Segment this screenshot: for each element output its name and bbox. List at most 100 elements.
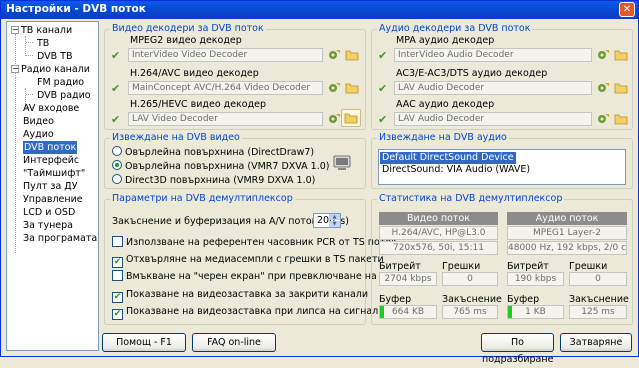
- collapse-icon[interactable]: −: [11, 26, 19, 34]
- tree-item-audio[interactable]: Аудио: [23, 128, 54, 141]
- audio-buffer-meter: [508, 306, 512, 318]
- tree-item-tv[interactable]: ТВ: [37, 37, 49, 50]
- tree-item-interface[interactable]: Интерфейс: [23, 154, 79, 167]
- delay-spinner[interactable]: 200 ▲ ▼: [313, 213, 341, 228]
- tree-item-remote[interactable]: Пулт за ДУ: [23, 180, 78, 193]
- tree-connector: [15, 78, 16, 253]
- check-icon: ✔: [111, 82, 121, 95]
- tree-item-video[interactable]: Видео: [23, 115, 54, 128]
- tree-item-dvb-radio[interactable]: DVB радио: [37, 89, 91, 102]
- defaults-button[interactable]: По подразбиране: [481, 333, 554, 365]
- checkbox[interactable]: ✔: [112, 309, 123, 320]
- mpeg2-video-decoder-field[interactable]: InterVideo Video Decoder: [128, 48, 323, 62]
- tree-connector: [26, 94, 33, 95]
- decoder-label: MPEG2 видео декодер: [130, 35, 242, 46]
- option-splash-no-signal[interactable]: ✔ Показване на видеозаставка при липса на…: [112, 305, 378, 320]
- settings-window: Настройки - DVB поток ✕ − ТВ канали ТВ DV…: [0, 0, 639, 365]
- tree-item-control[interactable]: Управление: [23, 193, 83, 206]
- group-title: Извеждане на DVB аудио: [377, 132, 509, 143]
- radio-button[interactable]: [112, 146, 122, 156]
- tree-item-dvb-tv[interactable]: DVB ТВ: [37, 50, 73, 63]
- checkbox[interactable]: [112, 236, 123, 247]
- tree-item-dvb-stream[interactable]: DVB поток: [23, 141, 78, 154]
- demux-stats-group: Статистика на DVB демултиплексор Видео п…: [371, 193, 633, 325]
- gear-icon[interactable]: [327, 112, 341, 126]
- audio-decoders-group: Аудио декодери за DVB поток MPA аудио де…: [371, 23, 633, 130]
- tree-item-lcd-osd[interactable]: LCD и OSD: [23, 206, 75, 219]
- monitor-icon[interactable]: [333, 154, 351, 172]
- audio-bitrate: 190 kbps: [507, 272, 564, 286]
- audio-delay: 125 ms: [569, 305, 627, 319]
- h265-video-decoder-field[interactable]: LAV Video Decoder: [128, 112, 323, 126]
- audio-device-list[interactable]: Default DirectSound Device DirectSound: …: [378, 149, 626, 185]
- radio-button[interactable]: [112, 160, 122, 170]
- group-title: Видео декодери за DVB поток: [110, 23, 266, 34]
- h264-video-decoder-field[interactable]: MainConcept AVC/H.264 Video Decoder: [128, 81, 323, 95]
- folder-icon[interactable]: [345, 49, 359, 61]
- tree-item-about-program[interactable]: За програмата: [23, 232, 97, 245]
- video-bitrate-label: Битрейт: [379, 261, 421, 272]
- audio-buffer-label: Буфер: [507, 294, 540, 305]
- gear-icon[interactable]: [596, 81, 610, 95]
- video-delay-label: Закъснение: [442, 294, 502, 305]
- gear-icon[interactable]: [327, 81, 341, 95]
- gear-icon[interactable]: [596, 112, 610, 126]
- option-pcr-clock[interactable]: Използване на референтен часовник PCR от…: [112, 236, 397, 249]
- folder-icon[interactable]: [614, 49, 628, 61]
- collapse-icon[interactable]: −: [11, 65, 19, 73]
- check-icon: ✔: [111, 49, 121, 62]
- tree-item-fm-radio[interactable]: FM радио: [37, 76, 84, 89]
- gear-icon[interactable]: [596, 48, 610, 62]
- video-buffer: 664 KB: [379, 305, 437, 319]
- tree-connector: [25, 36, 26, 56]
- spin-down-icon[interactable]: ▼: [329, 221, 340, 227]
- tree-item-av-inputs[interactable]: AV входове: [23, 102, 79, 115]
- video-delay: 765 ms: [442, 305, 498, 319]
- check-icon: ✔: [378, 113, 388, 126]
- spin-up-icon[interactable]: ▲: [329, 214, 340, 220]
- folder-icon: [344, 113, 358, 124]
- tree-connector: [26, 42, 33, 43]
- audio-stream-header: Аудио поток: [507, 212, 627, 225]
- checkbox[interactable]: ✔: [112, 292, 123, 303]
- checkbox[interactable]: [112, 270, 123, 281]
- mpa-audio-decoder-field[interactable]: InterVideo Audio Decoder: [394, 48, 592, 62]
- video-buffer-label: Буфер: [379, 294, 412, 305]
- folder-icon[interactable]: [614, 82, 628, 94]
- checkbox[interactable]: ✔: [112, 257, 123, 268]
- video-render-option-vmr9[interactable]: Direct3D повърхнина (VMR9 DXVA 1.0): [112, 174, 315, 187]
- folder-icon[interactable]: [345, 82, 359, 94]
- group-title: Статистика на DVB демултиплексор: [377, 193, 565, 204]
- help-button[interactable]: Помощ - F1: [102, 333, 186, 352]
- ac3-audio-decoder-field[interactable]: LAV Audio Decoder: [394, 81, 592, 95]
- folder-button-hover[interactable]: [341, 109, 361, 127]
- faq-button[interactable]: FAQ on-line: [192, 333, 276, 352]
- tree-item-timeshift[interactable]: "Таймшифт": [23, 167, 85, 180]
- radio-button[interactable]: [112, 174, 122, 184]
- title-bar[interactable]: Настройки - DVB поток ✕: [1, 1, 638, 19]
- decoder-label: H.265/HEVC видео декодер: [130, 99, 267, 110]
- tree-connector: [26, 55, 33, 56]
- video-errors-label: Грешки: [442, 261, 481, 272]
- audio-delay-label: Закъснение: [569, 294, 629, 305]
- folder-icon[interactable]: [614, 113, 628, 125]
- option-drop-error-samples[interactable]: ✔ Отхвърляне на медиасемпли с грешки в TS…: [112, 253, 384, 268]
- window-title: Настройки - DVB поток: [6, 3, 146, 15]
- video-decoders-group: Видео декодери за DVB поток MPEG2 видео …: [104, 23, 366, 130]
- video-render-option-ddraw[interactable]: Овърлейна повърхнина (DirectDraw7): [112, 146, 314, 159]
- tree-item-about-tuner[interactable]: За тунера: [23, 219, 73, 232]
- list-item[interactable]: DirectSound: VIA Audio (WAVE): [380, 164, 532, 176]
- list-item[interactable]: Default DirectSound Device: [380, 152, 516, 164]
- aac-audio-decoder-field[interactable]: LAV Audio Decoder: [394, 112, 592, 126]
- gear-icon[interactable]: [327, 48, 341, 62]
- video-errors: 0: [442, 272, 498, 286]
- video-render-option-vmr7[interactable]: Овърлейна повърхнина (VMR7 DXVA 1.0): [112, 160, 330, 173]
- decoder-label: H.264/AVC видео декодер: [130, 68, 259, 79]
- option-splash-scrambled[interactable]: ✔ Показване на видеозаставка за закрити к…: [112, 288, 368, 303]
- close-window-button[interactable]: ✕: [619, 2, 635, 17]
- tree-item-radio-channels[interactable]: − Радио канали: [11, 63, 90, 76]
- close-button[interactable]: Затваряне: [560, 333, 632, 352]
- tree-item-tv-channels[interactable]: − ТВ канали: [11, 24, 72, 37]
- settings-tree[interactable]: − ТВ канали ТВ DVB ТВ − Радио канали FM ра…: [6, 21, 99, 351]
- audio-format: 48000 Hz, 192 kbps, 2/0 ch: [507, 241, 627, 255]
